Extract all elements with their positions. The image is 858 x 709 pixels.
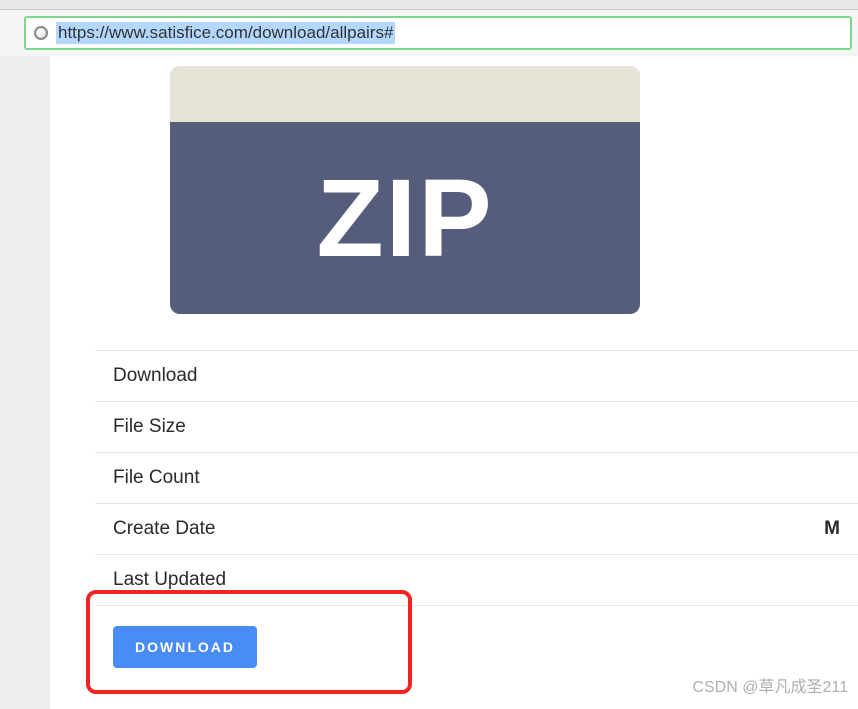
row-download: Download — [95, 351, 858, 402]
label-download: Download — [113, 365, 198, 387]
file-info-table: Download File Size File Count Create Dat… — [95, 350, 858, 688]
page-area: ZIP Download File Size File Count Create… — [0, 56, 858, 709]
address-bar[interactable]: https://www.satisfice.com/download/allpa… — [24, 16, 852, 50]
value-create-date: M — [824, 518, 840, 540]
zip-file-icon: ZIP — [170, 66, 640, 314]
zip-label: ZIP — [316, 155, 493, 282]
label-file-size: File Size — [113, 416, 186, 438]
row-file-count: File Count — [95, 453, 858, 504]
row-file-size: File Size — [95, 402, 858, 453]
row-last-updated: Last Updated — [95, 555, 858, 606]
browser-tab-bar — [0, 0, 858, 10]
left-gutter — [0, 56, 50, 709]
label-create-date: Create Date — [113, 518, 215, 540]
row-download-button: DOWNLOAD — [95, 606, 858, 688]
row-create-date: Create Date M — [95, 504, 858, 555]
site-info-icon[interactable] — [34, 26, 48, 40]
content-column: ZIP Download File Size File Count Create… — [50, 56, 858, 709]
label-last-updated: Last Updated — [113, 569, 226, 591]
zip-icon-bottom: ZIP — [170, 122, 640, 314]
url-text[interactable]: https://www.satisfice.com/download/allpa… — [56, 22, 395, 44]
download-button[interactable]: DOWNLOAD — [113, 626, 257, 668]
zip-icon-top — [170, 66, 640, 122]
label-file-count: File Count — [113, 467, 200, 489]
